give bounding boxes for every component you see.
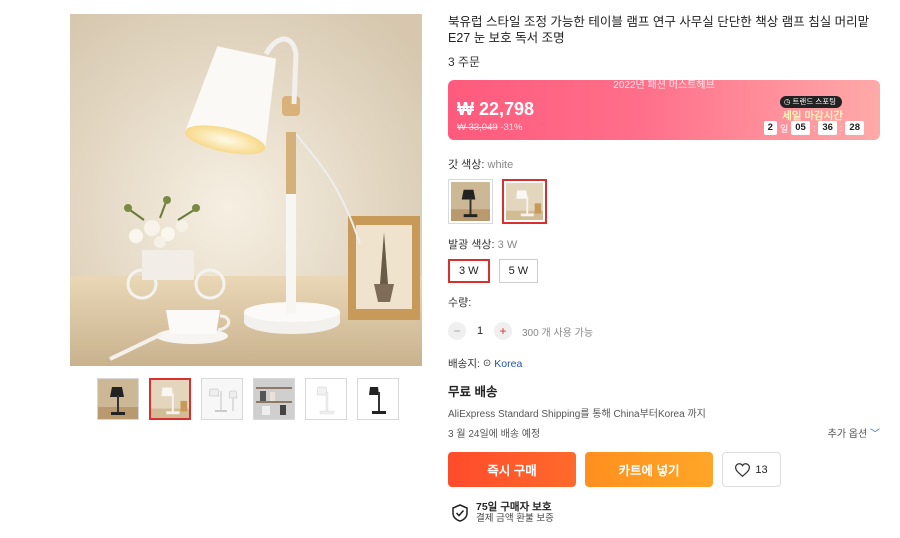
countdown-day-unit: 일 (779, 123, 789, 134)
trend-badge-label: 트랜드 스포팅 (792, 97, 836, 106)
buy-now-button[interactable]: 즉시 구매 (448, 452, 576, 487)
more-options-label: 추가 옵션 (827, 429, 868, 440)
countdown-seconds: 28 (845, 121, 864, 135)
shipping-date-row: 3 월 24일에 배송 예정 추가 옵션 ﹀ (448, 425, 880, 440)
countdown-hours: 05 (791, 121, 810, 135)
wattage-option-section: 발광 색상: 3 W 3 W 5 W (448, 236, 880, 283)
free-shipping-title: 무료 배송 (448, 385, 498, 399)
product-info-panel: 북유럽 스타일 조정 가능한 테이블 램프 연구 사무실 단단한 책상 램프 침… (448, 14, 880, 525)
thumbnail-2[interactable] (149, 378, 191, 420)
wattage-5w-button[interactable]: 5 W (498, 259, 539, 283)
countdown-minutes: 36 (818, 121, 837, 135)
shipping-method-detail: AliExpress Standard Shipping를 통해 China부터… (448, 409, 706, 420)
thumbnail-1[interactable] (97, 378, 139, 420)
discount-percent: -31% (500, 122, 523, 133)
original-price-row: ₩ 33,049 -31% (457, 122, 523, 133)
quantity-label: 수량: (448, 297, 472, 309)
ship-to-label: 배송지: (448, 358, 480, 370)
purchase-actions: 즉시 구매 카트에 넣기 13 (448, 452, 880, 487)
wattage-3w-button[interactable]: 3 W (448, 259, 490, 283)
color-option-label: 갓 색상: white (448, 156, 880, 172)
wattage-label-text: 발광 색상: (448, 239, 495, 251)
color-selected-value: white (487, 159, 514, 171)
buyer-protection-subtitle: 결제 금액 환불 보증 (476, 513, 554, 524)
wattage-selected-value: 3 W (497, 239, 518, 251)
clock-icon: ◷ (783, 97, 791, 106)
countdown-separator: : (812, 123, 816, 133)
order-count: 3 주문 (448, 55, 481, 69)
quantity-section: 수량: − 1 + 300 개 사용 가능 (448, 294, 880, 340)
quantity-value[interactable]: 1 (476, 325, 484, 337)
color-option-section: 갓 색상: white (448, 156, 880, 224)
swatch-black[interactable] (448, 179, 493, 224)
buyer-protection: 75일 구매자 보호 결제 금액 환불 보증 (448, 501, 880, 525)
trend-badge: ◷ 트랜드 스포팅 (779, 96, 842, 108)
quantity-minus-button[interactable]: − (448, 322, 466, 340)
heart-icon (735, 462, 751, 477)
delivery-estimate: 3 월 24일에 배송 예정 (448, 429, 541, 440)
price-banner: 2022년 패션 머스트헤브 ₩ 22,798 ₩ 33,049 -31% ◷ … (448, 80, 880, 140)
countdown-timer: 2 일 05 : 36 : 28 (763, 121, 864, 135)
countdown-days: 2 (763, 121, 777, 135)
quantity-stepper: − 1 + 300 개 사용 가능 (448, 322, 880, 340)
thumbnail-6[interactable] (357, 378, 399, 420)
swatch-white[interactable] (502, 179, 547, 224)
quantity-plus-button[interactable]: + (494, 322, 512, 340)
ship-to-country-link[interactable]: Korea (494, 358, 522, 370)
thumbnail-4[interactable] (253, 378, 295, 420)
original-price: ₩ 33,049 (457, 122, 498, 133)
location-pin-icon: ⊙ (482, 358, 492, 369)
thumbnail-3[interactable] (201, 378, 243, 420)
wattage-buttons: 3 W 5 W (448, 259, 880, 283)
add-to-cart-button[interactable]: 카트에 넣기 (585, 452, 713, 487)
thumbnail-5[interactable] (305, 378, 347, 420)
more-shipping-options-link[interactable]: 추가 옵션 ﹀ (828, 425, 880, 440)
shield-check-icon (452, 504, 468, 522)
countdown-separator: : (839, 123, 843, 133)
current-price: ₩ 22,798 (457, 99, 535, 119)
product-title: 북유럽 스타일 조정 가능한 테이블 램프 연구 사무실 단단한 책상 램프 침… (448, 15, 870, 45)
buyer-protection-title: 75일 구매자 보호 (476, 501, 552, 513)
ship-to-row: 배송지: ⊙ Korea (448, 356, 880, 371)
wishlist-count: 13 (755, 463, 768, 476)
quantity-available: 300 개 사용 가능 (522, 327, 594, 339)
color-label-text: 갓 색상: (448, 159, 485, 171)
thumbnail-strip (97, 378, 399, 420)
chevron-down-icon: ﹀ (870, 429, 880, 440)
wattage-option-label: 발광 색상: 3 W (448, 236, 880, 252)
buyer-protection-text: 75일 구매자 보호 결제 금액 환불 보증 (476, 501, 554, 525)
color-swatches (448, 179, 880, 224)
main-product-image[interactable] (70, 14, 422, 366)
wishlist-button[interactable]: 13 (722, 452, 781, 487)
promo-banner-text: 2022년 패션 머스트헤브 (613, 80, 715, 91)
